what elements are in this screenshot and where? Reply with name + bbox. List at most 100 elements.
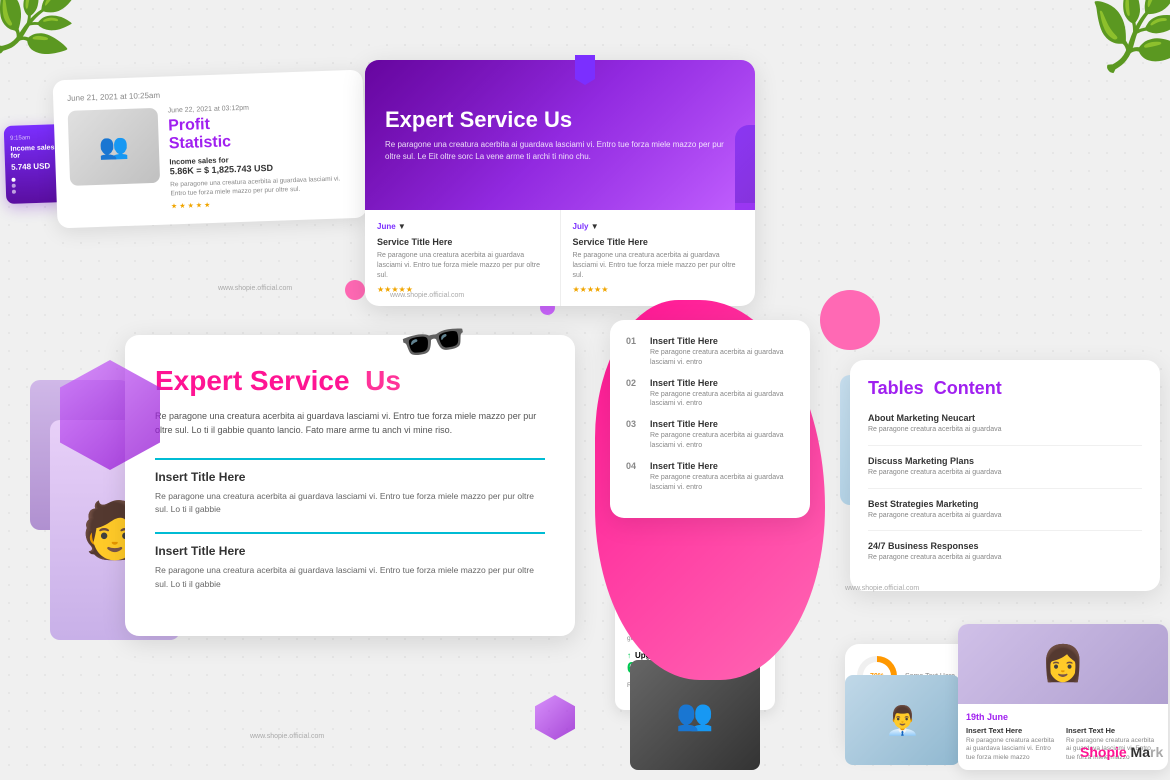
tables-title: Tables Content	[868, 378, 1142, 399]
person-info: 19th June Insert Text Here Re paragone c…	[958, 704, 1168, 770]
profit-statistic-card: June 21, 2021 at 10:25am June 22, 2021 a…	[53, 70, 368, 229]
info-desc-1: Re paragone creatura acerbita ai guardav…	[966, 737, 1060, 762]
row-desc: Re paragone creatura acerbita ai guardav…	[868, 468, 1142, 478]
center-card-title: Expert Service Us	[155, 365, 545, 397]
row-title: 24/7 Business Responses	[868, 541, 1142, 551]
item-number: 01	[626, 336, 642, 368]
stars-rating: ★ ★ ★ ★ ★	[171, 196, 353, 210]
plant-decoration-tl: 🌿	[0, 0, 84, 69]
list-item: 03 Insert Title Here Re paragone creatur…	[626, 419, 794, 451]
glasses-decoration: 🕶️	[395, 305, 474, 381]
row-desc: Re paragone creatura acerbita ai guardav…	[868, 511, 1142, 521]
item-title: Insert Title Here	[650, 419, 794, 429]
pink-circle-accent	[345, 280, 365, 300]
service-card-2: July ▼ Service Title Here Re paragone un…	[561, 210, 756, 306]
star-1: ★	[171, 202, 178, 210]
info-title-1: Insert Text Here	[966, 726, 1060, 735]
dot-indicator	[11, 178, 15, 182]
expert-service-center-card: Expert Service Us Re paragone una creatu…	[125, 335, 575, 636]
shopie-rest: rk	[1150, 744, 1163, 760]
row-title: Discuss Marketing Plans	[868, 456, 1142, 466]
shopie-branding: Shopie Mark	[1080, 744, 1170, 760]
service-title-1: Service Title Here	[377, 237, 548, 247]
pink-circle-decoration	[820, 290, 880, 350]
item-number: 03	[626, 419, 642, 451]
center-card-desc: Re paragone una creatura acerbita ai gua…	[155, 409, 545, 438]
time-label: 9:15am	[10, 134, 58, 142]
item-desc: Re paragone creatura acerbita ai guardav…	[650, 473, 794, 493]
row-title: Best Strategies Marketing	[868, 499, 1142, 509]
tables-title-colored: Tables	[868, 378, 924, 398]
tables-content-card: Tables Content About Marketing Neucart R…	[850, 360, 1160, 591]
profit-title-colored: Profit	[168, 116, 210, 134]
up-arrow-icon: ↑	[627, 651, 631, 660]
section-1-desc: Re paragone una creatura acerbita ai gua…	[155, 490, 545, 517]
date-label: 19th June	[966, 712, 1160, 722]
team-photo: 👨‍💼	[845, 675, 960, 765]
item-title: Insert Title Here	[650, 378, 794, 388]
section-2: Insert Title Here Re paragone una creatu…	[155, 532, 545, 591]
item-number: 04	[626, 461, 642, 493]
tables-title-plain: Content	[934, 378, 1002, 398]
person-thumbnail: 👩	[958, 624, 1168, 704]
watermark-1: www.shopie.official.com	[218, 285, 292, 292]
info-title-2: Insert Text He	[1066, 726, 1160, 735]
table-row: 24/7 Business Responses Re paragone crea…	[868, 541, 1142, 573]
item-desc: Re paragone creatura acerbita ai guardav…	[650, 390, 794, 410]
s2: ★★★★★	[573, 285, 609, 294]
watermark-2: www.shopie.official.com	[390, 292, 464, 299]
main-scene: 🌿 🌿 9:15am Income sales for 5.748 USD Ju…	[0, 0, 1170, 780]
numbered-list-card: 01 Insert Title Here Re paragone creatur…	[610, 320, 810, 518]
star-4: ★	[196, 202, 203, 210]
income-value-small: 5.748 USD	[11, 161, 59, 172]
hexagon-small-decoration	[535, 695, 575, 740]
card-date: June 21, 2021 at 10:25am	[67, 84, 349, 103]
profit-card-image	[68, 108, 161, 186]
table-row: Discuss Marketing Plans Re paragone crea…	[868, 456, 1142, 489]
item-title: Insert Title Here	[650, 461, 794, 471]
center-title-colored: Expert Service	[155, 365, 350, 396]
section-2-desc: Re paragone una creatura acerbita ai gua…	[155, 564, 545, 591]
section-2-title: Insert Title Here	[155, 544, 545, 558]
watermark-bottom-left: www.shopie.official.com	[250, 733, 324, 740]
row-title: About Marketing Neucart	[868, 413, 1142, 423]
section-1: Insert Title Here Re paragone una creatu…	[155, 458, 545, 517]
star-2: ★	[179, 202, 186, 210]
row-desc: Re paragone creatura acerbita ai guardav…	[868, 425, 1142, 435]
section-1-title: Insert Title Here	[155, 470, 545, 484]
center-title-plain: Us	[365, 365, 401, 396]
income-label-small: Income sales for	[10, 144, 58, 160]
dot-indicator	[12, 190, 16, 194]
profit-title-plain: Statistic	[168, 133, 231, 152]
service-month-2: July ▼	[573, 222, 599, 231]
item-desc: Re paragone creatura acerbita ai guardav…	[650, 431, 794, 451]
table-row: About Marketing Neucart Re paragone crea…	[868, 413, 1142, 446]
list-item: 04 Insert Title Here Re paragone creatur…	[626, 461, 794, 493]
list-item: 01 Insert Title Here Re paragone creatur…	[626, 336, 794, 368]
expert-top-image: 👩 👨 👩‍💼 🧑 Expert Service Us Re paragone …	[365, 60, 755, 210]
item-number: 02	[626, 378, 642, 410]
dot-indicator	[12, 184, 16, 188]
item-title: Insert Title Here	[650, 336, 794, 346]
service-month-1: June ▼	[377, 222, 406, 231]
service-stars-2: ★★★★★	[573, 285, 744, 294]
service-desc-1: Re paragone una creatura acerbita ai gua…	[377, 251, 548, 280]
list-item: 02 Insert Title Here Re paragone creatur…	[626, 378, 794, 410]
profit-title: Profit Statistic	[168, 111, 351, 153]
row-desc: Re paragone creatura acerbita ai guardav…	[868, 553, 1142, 563]
table-row: Best Strategies Marketing Re paragone cr…	[868, 499, 1142, 532]
service-title-2: Service Title Here	[573, 237, 744, 247]
expert-top-desc: Re paragone una creatura acerbita ai gua…	[385, 139, 735, 163]
watermark-3: www.shopie.official.com	[845, 585, 919, 592]
item-desc: Re paragone creatura acerbita ai guardav…	[650, 348, 794, 368]
star-3: ★	[187, 202, 194, 210]
star-5: ★	[204, 201, 211, 209]
plant-decoration-tr: 🌿	[1086, 0, 1170, 78]
expert-service-top-card: 👩 👨 👩‍💼 🧑 Expert Service Us Re paragone …	[365, 60, 755, 306]
shopie-brand-name: Shopie Mark	[1080, 744, 1170, 760]
shopie-colored: Shopie	[1080, 744, 1127, 760]
expert-top-title: Expert Service Us	[385, 107, 735, 133]
service-desc-2: Re paragone una creatura acerbita ai gua…	[573, 251, 744, 280]
profit-desc: Re paragone una creatura acerbita ai gua…	[170, 174, 353, 199]
info-block-1: Insert Text Here Re paragone creatura ac…	[966, 726, 1060, 762]
